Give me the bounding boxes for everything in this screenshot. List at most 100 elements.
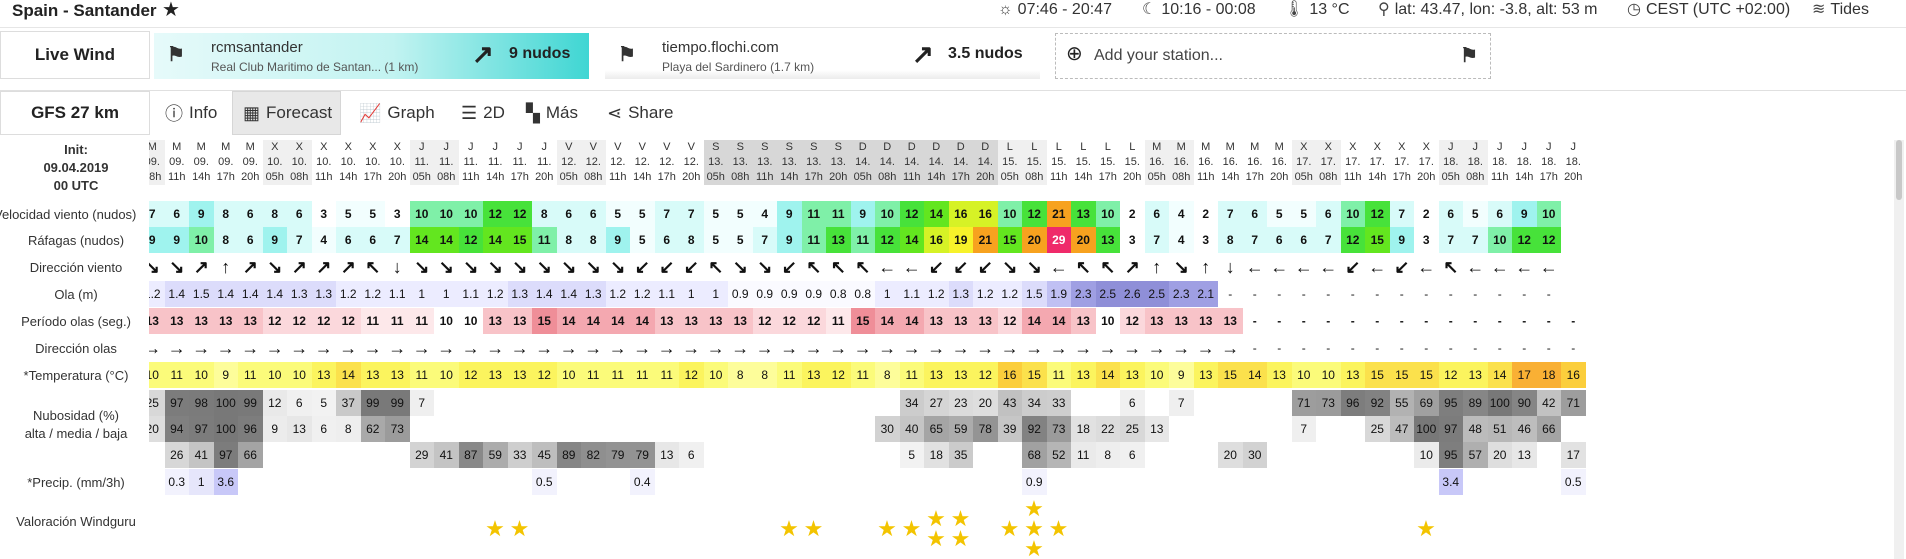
cloud-high-cell bbox=[1096, 390, 1121, 416]
period-cell: - bbox=[1463, 308, 1488, 334]
cloud-mid-cell: 66 bbox=[1536, 416, 1561, 442]
wave-cell: 2.3 bbox=[1169, 281, 1194, 307]
precip-cell bbox=[1316, 469, 1341, 495]
date-label: 09. bbox=[213, 155, 238, 170]
gust-cell: 16 bbox=[924, 227, 949, 253]
wave-direction-arrow-icon: → bbox=[581, 335, 606, 361]
date-label: 16. bbox=[1242, 155, 1267, 170]
wind-direction-arrow-icon: ↗ bbox=[189, 254, 214, 280]
wind-cell: 9 bbox=[850, 201, 875, 227]
scrollbar-thumb[interactable] bbox=[1896, 140, 1902, 200]
hour-label: 05h bbox=[262, 170, 287, 185]
scrollbar[interactable] bbox=[1894, 140, 1904, 559]
wind-direction-arrow-icon: ← bbox=[1046, 254, 1071, 280]
day-label: X bbox=[385, 140, 410, 155]
tab-graph[interactable]: 📈 Graph bbox=[349, 91, 445, 135]
wind-direction-arrow-icon: ↗ bbox=[238, 254, 263, 280]
wind-direction-arrow-icon: ← bbox=[1536, 254, 1561, 280]
wind-arrow-icon: ↗ bbox=[472, 39, 494, 69]
day-label: X bbox=[1389, 140, 1414, 155]
date-label: 16. bbox=[1193, 155, 1218, 170]
day-label: M bbox=[1144, 140, 1169, 155]
day-label: J bbox=[1463, 140, 1488, 155]
precip-cell bbox=[924, 469, 949, 495]
period-cell: 12 bbox=[287, 308, 312, 334]
hour-label: 05h bbox=[556, 170, 581, 185]
hour-label: 08h bbox=[434, 170, 459, 185]
wave-direction-arrow-icon: → bbox=[559, 338, 578, 358]
tab-forecast[interactable]: ▦ Forecast bbox=[232, 91, 341, 135]
cloud-low-cell: 66 bbox=[238, 442, 263, 468]
day-label: J bbox=[434, 140, 459, 155]
cloud-high-cell: 23 bbox=[948, 390, 973, 416]
cloud-mid-cell: 13 bbox=[287, 416, 312, 442]
temp-cell: 12 bbox=[458, 362, 483, 388]
tab-2d[interactable]: ☰ 2D bbox=[451, 91, 515, 135]
wave-direction-arrow-icon: → bbox=[829, 338, 848, 358]
wave-direction-arrow-icon: → bbox=[213, 335, 238, 361]
date-label: 09. bbox=[189, 155, 214, 170]
day-label: M bbox=[149, 140, 165, 155]
cloud-low-cell: 45 bbox=[532, 442, 557, 468]
tides-link[interactable]: ≋ Tides bbox=[1812, 0, 1869, 20]
init-label: Init: bbox=[64, 142, 88, 157]
cloud-mid-cell: 18 bbox=[1071, 416, 1096, 442]
day-label: J bbox=[1536, 140, 1561, 155]
period-cell: 14 bbox=[1022, 308, 1047, 334]
cloud-high-cell bbox=[777, 390, 802, 416]
precip-cell bbox=[753, 469, 778, 495]
wind-direction-arrow-icon: ← bbox=[1368, 257, 1387, 277]
temp-value: 13 °C bbox=[1309, 1, 1350, 18]
period-cell: - bbox=[1512, 308, 1537, 334]
gust-cell: 10 bbox=[1487, 227, 1512, 253]
period-cell: 15 bbox=[532, 308, 557, 334]
wind-cell: 7 bbox=[654, 201, 679, 227]
date-label: 15. bbox=[1046, 155, 1071, 170]
temp-cell: 11 bbox=[164, 362, 189, 388]
cloud-mid-cell bbox=[1243, 416, 1268, 442]
model-selector[interactable]: GFS 27 km bbox=[0, 91, 150, 135]
date-label: 11. bbox=[434, 155, 459, 170]
period-cell: 15 bbox=[850, 308, 875, 334]
cloud-mid-cell: 9 bbox=[262, 416, 287, 442]
tab-label: Forecast bbox=[266, 103, 333, 122]
wave-cell: 1.2 bbox=[630, 281, 655, 307]
wave-direction-arrow-icon: - bbox=[1438, 335, 1463, 361]
wave-direction-arrow-icon: → bbox=[1074, 338, 1093, 358]
cloud-high-cell bbox=[1071, 390, 1096, 416]
cloud-high-cell bbox=[434, 390, 459, 416]
tab-info[interactable]: ⓘ Info bbox=[155, 91, 227, 135]
flag-icon: ⚑ bbox=[167, 44, 185, 66]
period-cell: 12 bbox=[997, 308, 1022, 334]
wave-cell: - bbox=[1267, 281, 1292, 307]
tab-mas[interactable]: ▚ Más bbox=[516, 91, 588, 135]
date-label: 14. bbox=[924, 155, 949, 170]
hour-label: 11h bbox=[752, 170, 777, 185]
period-cell: - bbox=[1291, 308, 1316, 334]
cloud-low-cell bbox=[312, 442, 337, 468]
wave-cell: - bbox=[1487, 281, 1512, 307]
top-header: Spain - Santander ★ ☼ 07:46 - 20:47 ☾ 10:1… bbox=[0, 0, 1906, 28]
station-flochi[interactable]: ⚑ tiempo.flochi.com Playa del Sardinero … bbox=[605, 33, 1040, 79]
gust-cell: 12 bbox=[1340, 227, 1365, 253]
tab-share[interactable]: ⋖ Share bbox=[597, 91, 683, 135]
temp-cell: 8 bbox=[752, 362, 777, 388]
info-icon: ⓘ bbox=[165, 104, 183, 124]
hour-label: 14h bbox=[924, 170, 949, 185]
rating-star-icon: ★ bbox=[509, 516, 530, 541]
period-cell: 13 bbox=[973, 308, 998, 334]
favorite-star-icon[interactable]: ★ bbox=[162, 0, 180, 20]
cloud-low-cell: 97 bbox=[213, 442, 238, 468]
wind-direction-arrow-icon: ↖ bbox=[830, 257, 846, 277]
precip-cell bbox=[287, 469, 312, 495]
add-station-button[interactable]: ⊕ Add your station... ⚑ bbox=[1055, 33, 1491, 79]
wave-cell: 2.1 bbox=[1193, 281, 1218, 307]
gust-cell: 14 bbox=[899, 227, 924, 253]
wind-direction-arrow-icon: ↘ bbox=[1173, 257, 1189, 277]
cloud-high-cell: 34 bbox=[1022, 390, 1047, 416]
station-rcmsantander[interactable]: ⚑ rcmsantander Real Club Maritimo de San… bbox=[154, 33, 589, 79]
precip-cell bbox=[149, 469, 165, 495]
sun-times: 07:46 - 20:47 bbox=[1017, 1, 1112, 18]
wave-cell: 1 bbox=[703, 281, 728, 307]
cloud-low-cell: 13 bbox=[654, 442, 679, 468]
